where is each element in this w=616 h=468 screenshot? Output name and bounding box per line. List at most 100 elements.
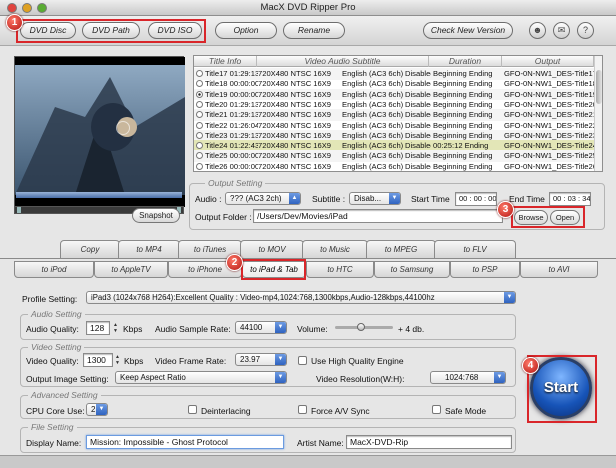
titles-table: Title Info Video Audio Subtitle Duration… <box>193 55 603 172</box>
title-time: 00:00:00 <box>229 161 258 171</box>
start-time-label: Start Time <box>411 194 450 204</box>
highlight-box-browse <box>511 206 585 228</box>
start-time-field[interactable]: 00 : 00 : 00 <box>455 192 497 206</box>
title-time: 01:26:04 <box>229 120 258 130</box>
format-tab-6[interactable]: to FLV <box>434 240 516 258</box>
title-time: 01:29:13 <box>229 110 258 120</box>
title-name: Title21 <box>205 110 228 120</box>
format-tab-4[interactable]: to Music <box>302 240 368 258</box>
title-radio[interactable] <box>196 162 203 170</box>
title-name: Title22 <box>205 120 228 130</box>
deinterlacing-checkbox[interactable] <box>188 405 197 414</box>
chevron-down-icon: ▼ <box>494 372 505 383</box>
advanced-setting-label: Advanced Setting <box>28 390 101 400</box>
header-title-info: Title Info <box>194 56 257 67</box>
profile-select[interactable]: iPad3 (1024x768 H264):Excellent Quality … <box>86 291 516 304</box>
title-radio[interactable] <box>196 142 203 150</box>
format-tab-3[interactable]: to MOV <box>240 240 304 258</box>
volume-slider[interactable] <box>335 323 393 331</box>
format-tab-0[interactable]: Copy <box>60 240 120 258</box>
title-radio[interactable] <box>196 131 203 139</box>
subtitle-value: Disab... <box>354 194 382 203</box>
titles-table-header: Title Info Video Audio Subtitle Duration… <box>194 56 594 67</box>
title-radio[interactable] <box>196 100 203 108</box>
output-folder-field[interactable]: /Users/Dev/Movies/iPad <box>253 209 503 223</box>
title-radio[interactable] <box>196 121 203 129</box>
app-window: MacX DVD Ripper Pro DVD Disc DVD Path DV… <box>0 0 616 468</box>
audio-track-select[interactable]: ??? (AC3 2ch) ▲ <box>225 192 301 205</box>
title-radio[interactable] <box>196 90 203 98</box>
video-quality-field[interactable]: 1300 <box>83 353 113 367</box>
audio-quality-field[interactable]: 128 <box>86 321 110 335</box>
register-icon[interactable]: ✉ <box>553 22 570 39</box>
frame-rate-select[interactable]: 23.97 ▼ <box>235 353 287 366</box>
seek-start-handle[interactable] <box>17 207 21 213</box>
title-time: 01:29:13 <box>229 130 258 140</box>
title-name: Title19 <box>205 89 228 99</box>
minimize-window-icon[interactable] <box>22 3 32 13</box>
step-badge-4: 4 <box>522 357 539 374</box>
video-quality-stepper[interactable]: ▲ ▼ <box>114 354 121 367</box>
check-new-version-button[interactable]: Check New Version <box>423 22 513 39</box>
output-setting-label: Output Setting <box>205 178 266 188</box>
frame-rate-label: Video Frame Rate: <box>155 356 227 366</box>
device-tab-6[interactable]: to PSP <box>450 261 520 278</box>
resolution-value: 1024:768 <box>445 373 479 382</box>
output-image-value: Keep Aspect Ratio <box>120 373 186 382</box>
title-time: 01:29:13 <box>229 99 258 109</box>
title-name: Title17 <box>205 69 228 78</box>
snapshot-button[interactable]: Snapshot <box>132 208 180 223</box>
play-overlay-icon[interactable] <box>116 121 130 135</box>
tab-divider <box>0 258 616 259</box>
title-time: 00:00:00 <box>229 151 258 161</box>
video-preview <box>14 56 185 207</box>
close-window-icon[interactable] <box>7 3 17 13</box>
chevron-down-icon: ▼ <box>96 404 107 415</box>
force-av-sync-checkbox[interactable] <box>298 405 307 414</box>
hq-engine-checkbox[interactable] <box>298 356 307 365</box>
format-tab-5[interactable]: to MPEG <box>366 240 436 258</box>
profile-value: iPad3 (1024x768 H264):Excellent Quality … <box>91 293 435 302</box>
user-icon[interactable]: ☻ <box>529 22 546 39</box>
zoom-window-icon[interactable] <box>37 3 47 13</box>
title-time: 01:29:13 <box>229 69 258 78</box>
title-radio[interactable] <box>196 70 203 77</box>
output-image-select[interactable]: Keep Aspect Ratio ▼ <box>115 371 287 384</box>
rename-button[interactable]: Rename <box>283 22 345 39</box>
titles-scrollbar[interactable] <box>594 56 602 171</box>
help-icon[interactable]: ? <box>577 22 594 39</box>
chevron-down-icon: ▼ <box>275 354 286 365</box>
chevron-down-icon: ▼ <box>389 193 400 204</box>
safe-mode-checkbox[interactable] <box>432 405 441 414</box>
artist-name-field[interactable]: MacX-DVD-Rip <box>346 435 512 449</box>
end-time-field[interactable]: 00 : 03 : 34 <box>549 192 591 206</box>
header-output: Output <box>502 56 594 67</box>
frame-rate-value: 23.97 <box>240 355 261 364</box>
video-quality-unit: Kbps <box>124 356 144 366</box>
title-radio[interactable] <box>196 152 203 160</box>
title-radio[interactable] <box>196 111 203 119</box>
display-name-field[interactable]: Mission: Impossible - Ghost Protocol <box>86 435 284 449</box>
device-tab-7[interactable]: to AVI <box>520 261 598 278</box>
cpu-core-select[interactable]: 2 ▼ <box>86 403 108 416</box>
subtitle-select[interactable]: Disab... ▼ <box>349 192 401 205</box>
playback-progress-bar[interactable] <box>16 192 182 198</box>
resolution-select[interactable]: 1024:768 ▼ <box>430 371 506 384</box>
volume-label: Volume: <box>297 324 328 334</box>
sample-rate-select[interactable]: 44100 ▼ <box>235 321 287 334</box>
format-tab-1[interactable]: to MP4 <box>118 240 180 258</box>
device-tab-1[interactable]: to AppleTV <box>94 261 168 278</box>
title-radio[interactable] <box>196 80 203 88</box>
device-tab-0[interactable]: to iPod <box>14 261 94 278</box>
device-tab-4[interactable]: to HTC <box>306 261 374 278</box>
step-badge-1: 1 <box>6 14 23 31</box>
device-tab-5[interactable]: to Samsung <box>374 261 450 278</box>
video-cell: 720X480 NTSC 16X9 <box>258 161 332 171</box>
chevron-down-icon: ▼ <box>275 372 286 383</box>
option-button[interactable]: Option <box>215 22 277 39</box>
scroll-thumb[interactable] <box>596 70 602 104</box>
table-row[interactable]: Title26 00:00:00 720X480 NTSC 16X9 English… <box>194 161 594 171</box>
output-folder-label: Output Folder : <box>195 212 252 222</box>
cpu-core-label: CPU Core Use: <box>26 406 85 416</box>
audio-quality-stepper[interactable]: ▲ ▼ <box>112 322 119 335</box>
